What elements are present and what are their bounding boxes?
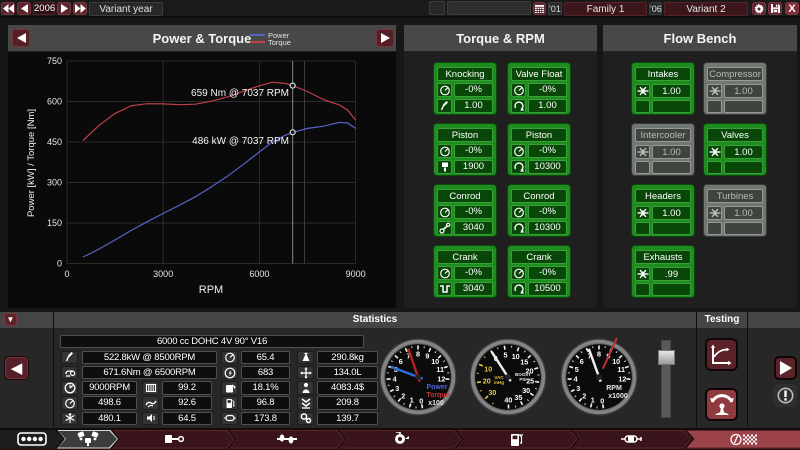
- svg-text:8: 8: [416, 350, 420, 359]
- svg-text:Power [kW] / Torque [Nm]: Power [kW] / Torque [Nm]: [26, 109, 37, 217]
- svg-text:Power: Power: [426, 384, 447, 391]
- svg-text:5: 5: [575, 365, 579, 374]
- svg-text:40: 40: [504, 396, 512, 405]
- svg-text:12: 12: [618, 375, 626, 384]
- svg-text:4: 4: [574, 375, 578, 384]
- svg-text:6000: 6000: [249, 269, 269, 279]
- svg-text:15: 15: [520, 358, 528, 367]
- svg-text:3: 3: [576, 384, 580, 393]
- svg-text:150: 150: [47, 218, 62, 228]
- svg-text:4: 4: [393, 375, 397, 384]
- svg-text:6: 6: [399, 357, 403, 366]
- svg-text:x100: x100: [428, 400, 444, 407]
- svg-text:0: 0: [600, 396, 604, 405]
- svg-text:10: 10: [484, 364, 492, 373]
- svg-text:3000: 3000: [153, 269, 173, 279]
- svg-text:300: 300: [47, 178, 62, 188]
- svg-text:5: 5: [504, 351, 508, 360]
- svg-text:659 Nm @ 7037 RPM: 659 Nm @ 7037 RPM: [191, 88, 289, 99]
- svg-text:450: 450: [47, 137, 62, 147]
- svg-text:2: 2: [401, 391, 405, 400]
- svg-text:2: 2: [582, 391, 586, 400]
- svg-text:12: 12: [437, 375, 445, 384]
- svg-text:1: 1: [410, 396, 414, 405]
- svg-text:inHg: inHg: [494, 380, 504, 385]
- svg-text:3: 3: [395, 384, 399, 393]
- svg-text:8: 8: [597, 350, 601, 359]
- svg-text:35: 35: [514, 393, 522, 402]
- svg-text:20: 20: [483, 377, 491, 386]
- svg-text:486 kW @ 7037 RPM: 486 kW @ 7037 RPM: [192, 136, 289, 147]
- svg-text:11: 11: [436, 365, 444, 374]
- svg-text:750: 750: [47, 56, 62, 66]
- svg-text:9: 9: [425, 351, 429, 360]
- svg-text:1: 1: [591, 396, 595, 405]
- svg-text:9000: 9000: [346, 269, 366, 279]
- svg-text:30: 30: [522, 386, 530, 395]
- svg-text:6: 6: [580, 357, 584, 366]
- svg-text:600: 600: [47, 97, 62, 107]
- svg-text:30: 30: [488, 388, 496, 397]
- svg-text:25: 25: [526, 377, 534, 386]
- svg-text:10: 10: [512, 352, 520, 361]
- svg-text:0: 0: [64, 269, 69, 279]
- svg-text:PSI: PSI: [519, 377, 526, 382]
- svg-text:RPM: RPM: [199, 284, 223, 296]
- svg-text:RPM: RPM: [606, 385, 622, 392]
- svg-text:0: 0: [57, 259, 62, 269]
- svg-text:11: 11: [617, 365, 625, 374]
- svg-text:x1000: x1000: [608, 393, 628, 400]
- svg-text:0: 0: [419, 396, 423, 405]
- svg-text:Torque: Torque: [426, 392, 449, 399]
